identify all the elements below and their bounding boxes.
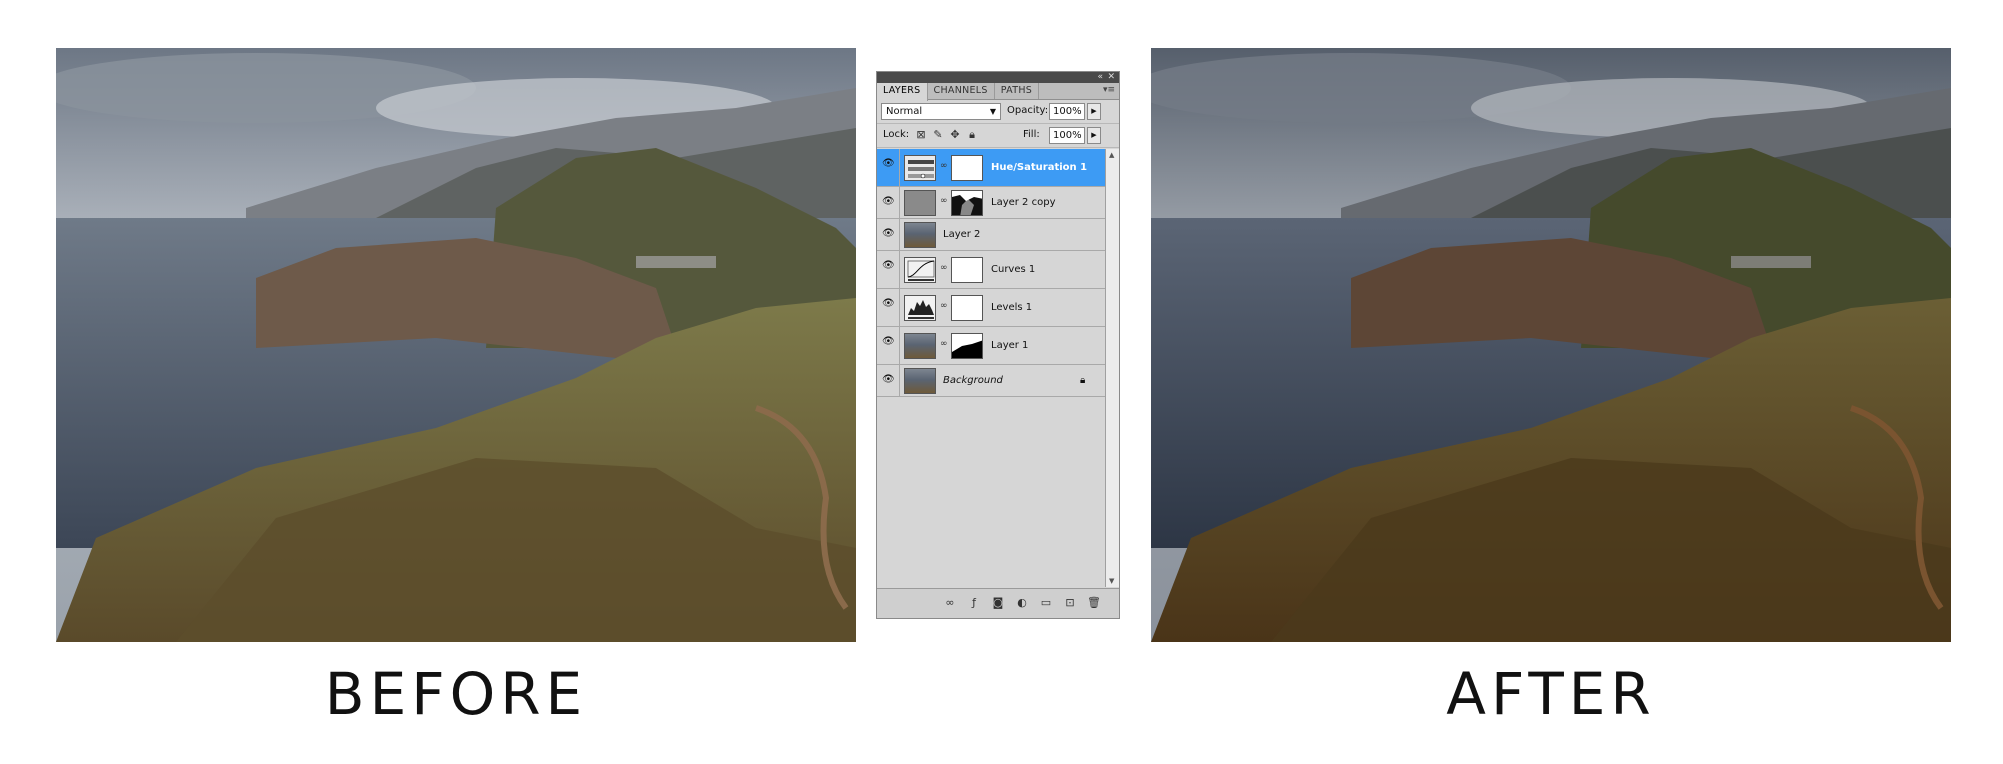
link-icon[interactable]: ∞ bbox=[940, 196, 948, 206]
layer-thumbnail bbox=[904, 190, 936, 216]
layer-name: Layer 2 bbox=[943, 229, 981, 240]
lock-paint-icon[interactable]: ✎ bbox=[932, 128, 944, 142]
layer-row[interactable]: 👁︎ Background 🔒︎ bbox=[877, 365, 1105, 397]
panel-footer: ∞ ƒ ◙ ◐ ▭ ⊡ 🗑︎ bbox=[877, 588, 1119, 618]
blend-mode-value: Normal bbox=[886, 106, 923, 117]
chevron-down-icon: ▼ bbox=[989, 107, 996, 116]
lock-row: Lock: ⊠ ✎ ✥ 🔒︎ Fill: 100% ▶ bbox=[877, 124, 1119, 148]
panel-menu-icon[interactable]: ▾≡ bbox=[1103, 85, 1115, 95]
panel-tabs: LAYERS CHANNELS PATHS ▾≡ bbox=[877, 83, 1119, 101]
fill-stepper[interactable]: ▶ bbox=[1087, 127, 1101, 144]
hue-saturation-thumbnail bbox=[904, 155, 936, 181]
layer-name: Levels 1 bbox=[991, 302, 1033, 313]
layer-name: Curves 1 bbox=[991, 264, 1036, 275]
link-icon[interactable]: ∞ bbox=[940, 301, 948, 311]
collapse-icon[interactable]: « bbox=[1097, 72, 1103, 83]
layer-thumbnail bbox=[904, 222, 936, 248]
scroll-up-icon[interactable]: ▲ bbox=[1109, 151, 1114, 159]
layers-list: 👁︎ ∞ Hue/Saturation 1 👁︎ ∞ Layer 2 copy … bbox=[877, 149, 1105, 587]
levels-thumbnail bbox=[904, 295, 936, 321]
layer-mask-thumbnail bbox=[951, 295, 983, 321]
opacity-stepper[interactable]: ▶ bbox=[1087, 103, 1101, 120]
layers-scrollbar[interactable]: ▲ ▼ bbox=[1105, 149, 1119, 587]
layer-row[interactable]: 👁︎ ∞ Hue/Saturation 1 bbox=[877, 149, 1105, 187]
layer-mask-thumbnail bbox=[951, 257, 983, 283]
adjustment-layer-icon[interactable]: ◐ bbox=[1015, 596, 1029, 609]
layer-name: Hue/Saturation 1 bbox=[991, 162, 1088, 173]
eye-icon[interactable]: 👁︎ bbox=[882, 197, 895, 207]
lock-label: Lock: bbox=[883, 129, 910, 140]
link-icon[interactable]: ∞ bbox=[940, 339, 948, 349]
panel-titlebar: « ✕ bbox=[877, 72, 1119, 83]
close-icon[interactable]: ✕ bbox=[1107, 72, 1115, 83]
layer-name: Layer 2 copy bbox=[991, 197, 1056, 208]
new-layer-icon[interactable]: ⊡ bbox=[1063, 596, 1077, 609]
layer-row[interactable]: 👁︎ ∞ Layer 2 copy bbox=[877, 187, 1105, 219]
eye-icon[interactable]: 👁︎ bbox=[882, 337, 895, 347]
add-mask-icon[interactable]: ◙ bbox=[991, 596, 1005, 609]
blend-mode-select[interactable]: Normal ▼ bbox=[881, 103, 1001, 120]
eye-icon[interactable]: 👁︎ bbox=[882, 229, 895, 239]
tab-channels[interactable]: CHANNELS bbox=[928, 83, 995, 99]
tab-layers[interactable]: LAYERS bbox=[877, 83, 928, 101]
eye-icon[interactable]: 👁︎ bbox=[882, 375, 895, 385]
layer-row[interactable]: 👁︎ ∞ Layer 1 bbox=[877, 327, 1105, 365]
before-photo bbox=[56, 48, 856, 642]
scroll-down-icon[interactable]: ▼ bbox=[1109, 577, 1114, 585]
layer-mask-thumbnail bbox=[951, 155, 983, 181]
fill-label: Fill: bbox=[1023, 129, 1040, 140]
opacity-input[interactable]: 100% bbox=[1049, 103, 1085, 120]
curves-thumbnail bbox=[904, 257, 936, 283]
eye-icon[interactable]: 👁︎ bbox=[882, 159, 895, 169]
layers-panel: « ✕ LAYERS CHANNELS PATHS ▾≡ Normal ▼ Op… bbox=[876, 71, 1120, 619]
layer-thumbnail bbox=[904, 333, 936, 359]
after-caption: AFTER bbox=[1446, 660, 1656, 728]
opacity-label: Opacity: bbox=[1007, 105, 1049, 116]
layer-row[interactable]: 👁︎ Layer 2 bbox=[877, 219, 1105, 251]
lock-all-icon[interactable]: 🔒︎ bbox=[966, 128, 978, 142]
layer-row[interactable]: 👁︎ ∞ Curves 1 bbox=[877, 251, 1105, 289]
blend-row: Normal ▼ Opacity: 100% ▶ bbox=[877, 100, 1119, 124]
link-icon[interactable]: ∞ bbox=[940, 263, 948, 273]
before-caption: BEFORE bbox=[324, 660, 588, 728]
new-group-icon[interactable]: ▭ bbox=[1039, 596, 1053, 609]
layer-name: Layer 1 bbox=[991, 340, 1029, 351]
layer-style-icon[interactable]: ƒ bbox=[967, 596, 981, 609]
link-layers-icon[interactable]: ∞ bbox=[943, 596, 957, 609]
eye-icon[interactable]: 👁︎ bbox=[882, 261, 895, 271]
layer-thumbnail bbox=[904, 368, 936, 394]
lock-icon: 🔒︎ bbox=[1080, 375, 1086, 386]
fill-input[interactable]: 100% bbox=[1049, 127, 1085, 144]
after-photo bbox=[1151, 48, 1951, 642]
tab-paths[interactable]: PATHS bbox=[995, 83, 1040, 99]
layer-row[interactable]: 👁︎ ∞ Levels 1 bbox=[877, 289, 1105, 327]
trash-icon[interactable]: 🗑︎ bbox=[1087, 596, 1101, 609]
eye-icon[interactable]: 👁︎ bbox=[882, 299, 895, 309]
lock-transparent-icon[interactable]: ⊠ bbox=[915, 128, 927, 142]
link-icon[interactable]: ∞ bbox=[940, 161, 948, 171]
layer-mask-thumbnail bbox=[951, 333, 983, 359]
layer-mask-thumbnail bbox=[951, 190, 983, 216]
lock-move-icon[interactable]: ✥ bbox=[949, 128, 961, 142]
layer-name: Background bbox=[943, 375, 1003, 386]
